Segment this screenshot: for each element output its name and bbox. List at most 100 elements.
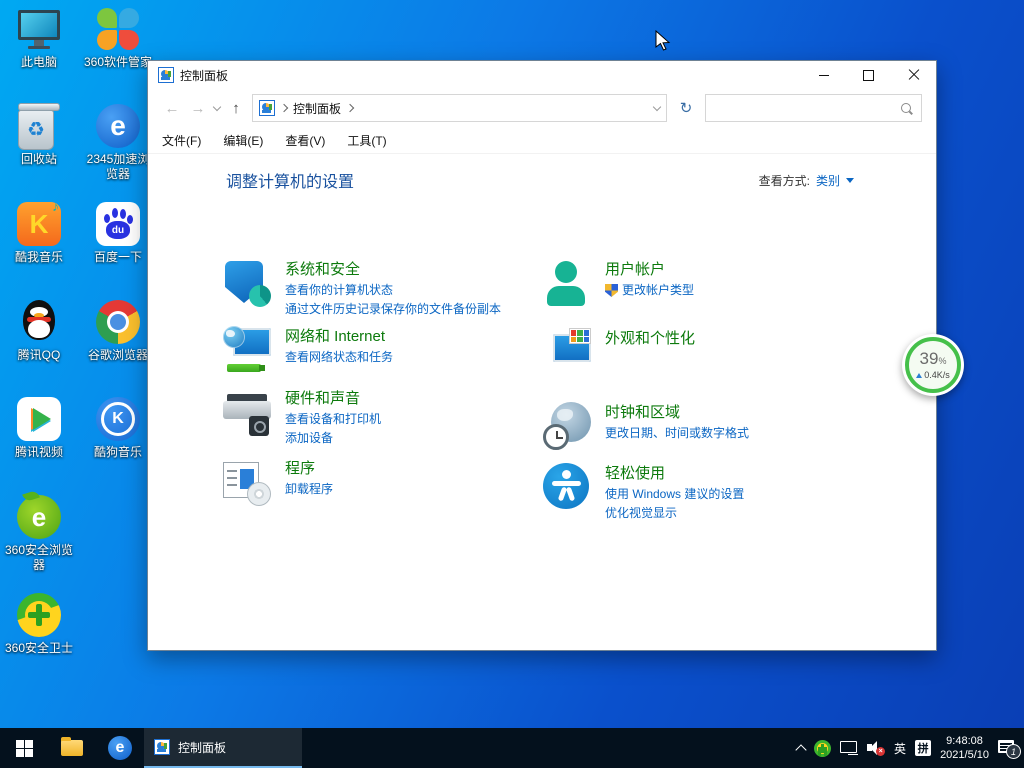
category-title-ease-of-access[interactable]: 轻松使用 (605, 463, 744, 485)
desktop-icon-kugou[interactable]: K 酷狗音乐 (79, 396, 157, 460)
tray-expand-icon[interactable] (795, 744, 806, 755)
file-explorer-button[interactable] (48, 728, 96, 768)
hardware-sound-icon[interactable] (223, 388, 271, 436)
back-button[interactable]: ← (162, 100, 182, 117)
float-ball-speed: 0.4K/s (916, 370, 950, 380)
system-security-icon[interactable] (223, 259, 271, 307)
desktop-icon-360-safe[interactable]: 360安全卫士 (0, 592, 78, 656)
ime-pinyin-indicator[interactable]: 拼 (915, 740, 931, 756)
category-title-appearance[interactable]: 外观和个性化 (605, 328, 695, 350)
category-system-security: 系统和安全 查看你的计算机状态 通过文件历史记录保存你的文件备份副本 (223, 259, 543, 319)
maximize-icon (863, 70, 874, 81)
360-safe-guard-icon (16, 592, 62, 638)
maximize-button[interactable] (846, 61, 891, 89)
minimize-button[interactable] (801, 61, 846, 89)
control-panel-window: 控制面板 ← → ↑ 控制面板 ↻ 文件(F) 编辑(E) 查看(V) 工具(T… (147, 60, 937, 651)
ease-of-access-icon[interactable] (543, 463, 591, 511)
desktop-icon-label: 回收站 (21, 152, 57, 167)
360-software-manager-icon (95, 6, 141, 52)
link-file-history-backup[interactable]: 通过文件历史记录保存你的文件备份副本 (285, 300, 501, 319)
address-bar[interactable]: 控制面板 (252, 94, 667, 122)
appearance-personalization-icon[interactable] (543, 328, 591, 376)
link-add-device[interactable]: 添加设备 (285, 429, 381, 448)
window-titlebar[interactable]: 控制面板 (148, 61, 936, 89)
menu-bar: 文件(F) 编辑(E) 查看(V) 工具(T) (148, 127, 936, 154)
desktop-icon-label: 酷我音乐 (15, 250, 63, 265)
desktop-icon-this-pc[interactable]: 此电脑 (0, 6, 78, 70)
360-secure-browser-icon: e (16, 494, 62, 540)
desktop-icon-360-browser[interactable]: e 360安全浏览 器 (0, 494, 78, 573)
desktop-icon-2345-browser[interactable]: e 2345加速浏 览器 (79, 103, 157, 182)
window-content: 调整计算机的设置 查看方式: 类别 系统和安全 查看你的计算机状态 通过文件历史… (148, 154, 936, 652)
clock-region-icon[interactable] (543, 402, 591, 450)
category-title-system-security[interactable]: 系统和安全 (285, 259, 501, 281)
link-optimize-visual[interactable]: 优化视觉显示 (605, 504, 744, 523)
360-float-ball[interactable]: 39% 0.4K/s (902, 334, 964, 396)
menu-edit[interactable]: 编辑(E) (223, 132, 263, 149)
action-center-button[interactable]: 1 (998, 739, 1018, 757)
view-by-value[interactable]: 类别 (816, 172, 840, 189)
desktop-icon-label: 腾讯视频 (15, 445, 63, 460)
link-devices-printers[interactable]: 查看设备和打印机 (285, 410, 381, 429)
desktop-icon-qq[interactable]: 腾讯QQ (0, 299, 78, 363)
breadcrumb-chevron-icon[interactable] (346, 104, 354, 112)
chrome-icon (95, 299, 141, 345)
volume-muted-icon[interactable]: × (867, 740, 885, 756)
category-title-clock-region[interactable]: 时钟和区域 (605, 402, 749, 424)
refresh-button[interactable]: ↻ (673, 99, 699, 117)
control-panel-icon (154, 739, 170, 755)
programs-icon[interactable] (223, 458, 271, 506)
navigation-toolbar: ← → ↑ 控制面板 ↻ (148, 89, 936, 127)
page-title: 调整计算机的设置 (226, 168, 354, 192)
desktop-icon-tencent-video[interactable]: 腾讯视频 (0, 396, 78, 460)
category-title-hardware-sound[interactable]: 硬件和声音 (285, 388, 381, 410)
link-uninstall-program[interactable]: 卸载程序 (285, 480, 333, 499)
network-internet-icon[interactable] (223, 326, 271, 374)
menu-file[interactable]: 文件(F) (162, 132, 201, 149)
start-button[interactable] (0, 728, 48, 768)
language-indicator[interactable]: 英 (894, 740, 906, 757)
desktop-icon-label: 360安全卫士 (5, 641, 73, 656)
browser-taskbar-button[interactable]: e (96, 728, 144, 768)
taskbar-clock[interactable]: 9:48:08 2021/5/10 (940, 734, 989, 762)
desktop-icon-label: 360软件管家 (84, 55, 152, 70)
network-icon[interactable] (840, 741, 858, 755)
forward-button[interactable]: → (188, 100, 208, 117)
desktop-icon-chrome[interactable]: 谷歌浏览器 (79, 299, 157, 363)
tencent-video-icon (16, 396, 62, 442)
category-hardware-sound: 硬件和声音 查看设备和打印机 添加设备 (223, 388, 543, 448)
breadcrumb[interactable]: 控制面板 (293, 100, 341, 117)
link-change-account-type[interactable]: 更改帐户类型 (605, 281, 694, 300)
category-title-network-internet[interactable]: 网络和 Internet (285, 326, 393, 348)
menu-view[interactable]: 查看(V) (285, 132, 325, 149)
system-tray: × 英 拼 9:48:08 2021/5/10 1 (797, 728, 1024, 768)
address-dropdown-icon[interactable] (653, 102, 661, 110)
category-programs: 程序 卸载程序 (223, 458, 543, 506)
up-button[interactable]: ↑ (226, 100, 246, 117)
link-network-status[interactable]: 查看网络状态和任务 (285, 348, 393, 367)
search-input[interactable] (714, 100, 900, 116)
link-change-date-time[interactable]: 更改日期、时间或数字格式 (605, 424, 749, 443)
menu-tools[interactable]: 工具(T) (347, 132, 386, 149)
link-suggested-settings[interactable]: 使用 Windows 建议的设置 (605, 485, 744, 504)
window-title: 控制面板 (180, 67, 228, 84)
taskbar-task-control-panel[interactable]: 控制面板 (144, 728, 302, 768)
view-by-dropdown-icon[interactable] (846, 178, 854, 183)
user-accounts-icon[interactable] (543, 259, 591, 307)
desktop-icon-recycle-bin[interactable]: ♻ 回收站 (0, 103, 78, 167)
desktop-icon-kuwo[interactable]: K♪ 酷我音乐 (0, 201, 78, 265)
close-button[interactable] (891, 61, 936, 89)
link-computer-status[interactable]: 查看你的计算机状态 (285, 281, 501, 300)
category-user-accounts: 用户帐户 更改帐户类型 (543, 259, 883, 307)
desktop-icon-baidu[interactable]: du 百度一下 (79, 201, 157, 265)
desktop-icon-360-manager[interactable]: 360软件管家 (79, 6, 157, 70)
category-title-programs[interactable]: 程序 (285, 458, 333, 480)
desktop-icon-label: 百度一下 (94, 250, 142, 265)
search-box[interactable] (705, 94, 922, 122)
tray-360-icon[interactable] (814, 740, 831, 757)
desktop-icon-label: 此电脑 (21, 55, 57, 70)
breadcrumb-chevron-icon (280, 104, 288, 112)
notification-badge: 1 (1006, 744, 1021, 759)
history-dropdown-icon[interactable] (213, 102, 221, 110)
category-title-user-accounts[interactable]: 用户帐户 (605, 259, 694, 281)
